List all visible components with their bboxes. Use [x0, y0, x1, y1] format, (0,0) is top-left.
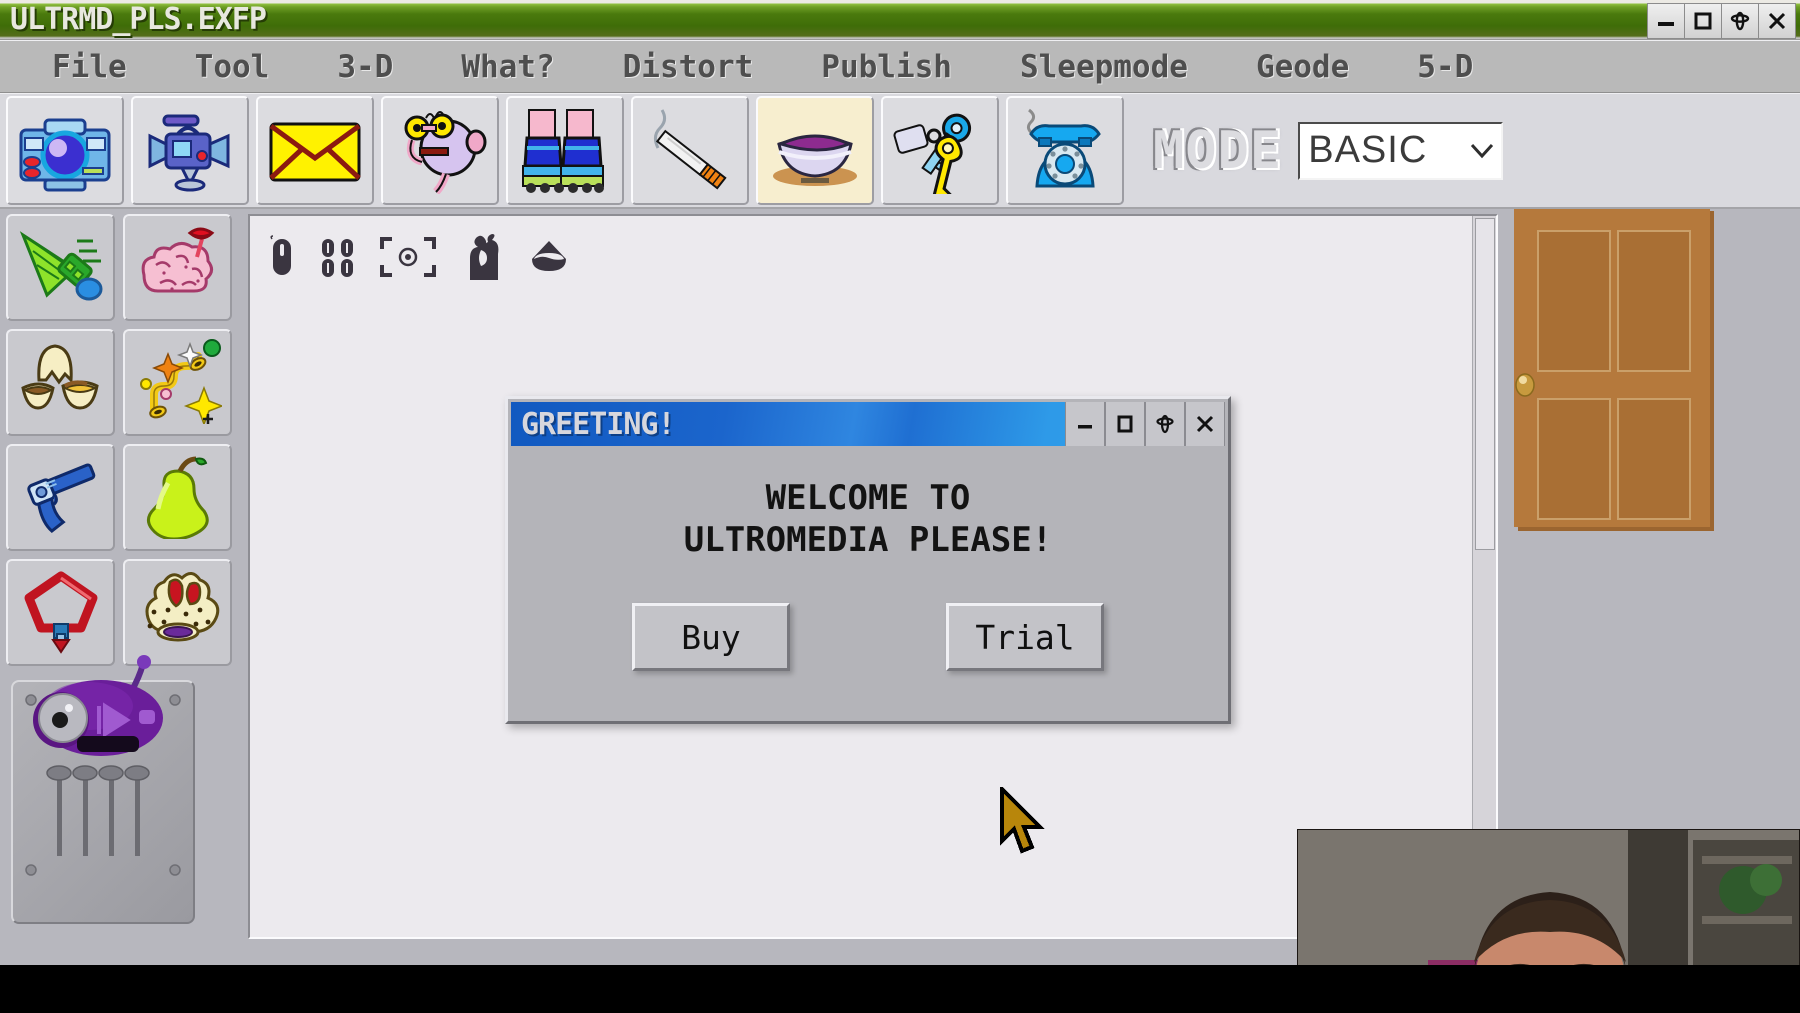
rollerblades-icon: [515, 108, 615, 194]
toolbar-button-telephone[interactable]: [1006, 96, 1124, 205]
dialog-message-line1: WELCOME TO: [765, 478, 971, 518]
palette-cell-green-comet[interactable]: [6, 214, 115, 321]
trial-button[interactable]: Trial: [946, 603, 1104, 671]
toolbar-button-alien-creature[interactable]: [381, 96, 499, 205]
dialog-titlebar[interactable]: GREETING!: [511, 402, 1225, 446]
four-pills-icon[interactable]: [318, 235, 358, 279]
menu-item-tool[interactable]: Tool: [185, 49, 280, 85]
mode-select[interactable]: BASIC: [1298, 121, 1504, 180]
palette-cell-brain-lips[interactable]: [123, 214, 232, 321]
mode-label: MODE: [1153, 120, 1283, 181]
workspace: GREETING! WELCOME TO ULTROMEDIA PLEASE! …: [0, 209, 1800, 1013]
dialog-actions: Buy Trial: [508, 603, 1228, 671]
palette-cell-revolver[interactable]: [6, 444, 115, 551]
menu-item-geode[interactable]: Geode: [1246, 49, 1359, 85]
window-maximize-button[interactable]: [1685, 3, 1722, 39]
cigarette-icon: [640, 108, 740, 194]
window-controls: [1647, 3, 1796, 39]
toolbar-button-rollerblades[interactable]: [506, 96, 624, 205]
toolbar-button-envelope[interactable]: [256, 96, 374, 205]
toolbar: MODE BASIC: [0, 94, 1800, 209]
palette-cell-gold-squiggle[interactable]: [123, 329, 232, 436]
window-titlebar: ULTRMD_PLS.EXFP: [0, 0, 1800, 40]
dialog-title: GREETING!: [521, 406, 676, 442]
application-window: ULTRMD_PLS.EXFP File Tool 3-D What? Dist…: [0, 0, 1800, 1013]
menu-item-sleepmode[interactable]: Sleepmode: [1010, 49, 1198, 85]
mouse-icon[interactable]: [268, 235, 296, 279]
red-pentagon-icon: [17, 566, 105, 659]
dialog-close-button[interactable]: [1185, 402, 1225, 446]
window-title: ULTRMD_PLS.EXFP: [10, 2, 267, 37]
chevron-down-icon: [1469, 138, 1501, 164]
window-minimize-button[interactable]: [1647, 3, 1685, 39]
palette-cell-cracked-egg[interactable]: [6, 329, 115, 436]
menu-item-3d[interactable]: 3-D: [327, 49, 403, 85]
video-camera-icon: [140, 108, 240, 194]
window-move-button[interactable]: [1722, 3, 1759, 39]
greeting-dialog: GREETING! WELCOME TO ULTROMEDIA PLEASE! …: [505, 396, 1231, 724]
dialog-body: WELCOME TO ULTROMEDIA PLEASE! Buy Trial: [508, 449, 1228, 671]
cracked-egg-icon: [17, 336, 105, 429]
menu-item-5d[interactable]: 5-D: [1407, 49, 1483, 85]
toolbar-button-video-camera[interactable]: [131, 96, 249, 205]
purple-radio-robot-panel[interactable]: [11, 655, 195, 924]
camera-icon: [15, 108, 115, 194]
toolbar-button-soup-bowl[interactable]: [756, 96, 874, 205]
tool-palette: [6, 214, 236, 924]
pear-icon: [134, 451, 222, 544]
mouse-cursor: [996, 784, 1052, 859]
toolbar-button-keys[interactable]: [881, 96, 999, 205]
menu-item-file[interactable]: File: [42, 49, 137, 85]
palette-grid: [6, 214, 236, 666]
revolver-icon: [17, 451, 105, 544]
dialog-maximize-button[interactable]: [1105, 402, 1145, 446]
canvas-toolbar: [268, 234, 570, 280]
menu-item-distort[interactable]: Distort: [613, 49, 764, 85]
blob-creature-icon: [134, 566, 222, 659]
letterbox-bar: [0, 965, 1800, 1013]
palette-cell-pear[interactable]: [123, 444, 232, 551]
green-comet-icon: [17, 221, 105, 314]
menubar: File Tool 3-D What? Distort Publish Slee…: [0, 41, 1800, 93]
window-close-button[interactable]: [1759, 3, 1796, 39]
dialog-window-controls: [1065, 402, 1225, 446]
toolbar-button-cigarette[interactable]: [631, 96, 749, 205]
menu-item-publish[interactable]: Publish: [811, 49, 962, 85]
dialog-message-line2: ULTROMEDIA PLEASE!: [683, 520, 1053, 560]
mode-select-value: BASIC: [1308, 129, 1428, 171]
buy-button[interactable]: Buy: [632, 603, 790, 671]
envelope-icon: [265, 108, 365, 194]
toolbar-button-camera[interactable]: [6, 96, 124, 205]
paint-drop-icon[interactable]: [528, 235, 570, 279]
brain-lips-icon: [134, 221, 222, 314]
focus-target-icon[interactable]: [380, 235, 436, 279]
keys-icon: [890, 108, 990, 194]
dialog-move-button[interactable]: [1145, 402, 1185, 446]
kissing-couple-icon[interactable]: [458, 234, 506, 280]
dialog-minimize-button[interactable]: [1065, 402, 1105, 446]
soup-bowl-icon: [765, 108, 865, 194]
telephone-icon: [1015, 108, 1115, 194]
gold-squiggle-sparkle-icon: [134, 336, 224, 429]
menu-item-what[interactable]: What?: [451, 49, 564, 85]
scrollbar-thumb[interactable]: [1475, 218, 1495, 550]
alien-creature-icon: [390, 108, 490, 194]
